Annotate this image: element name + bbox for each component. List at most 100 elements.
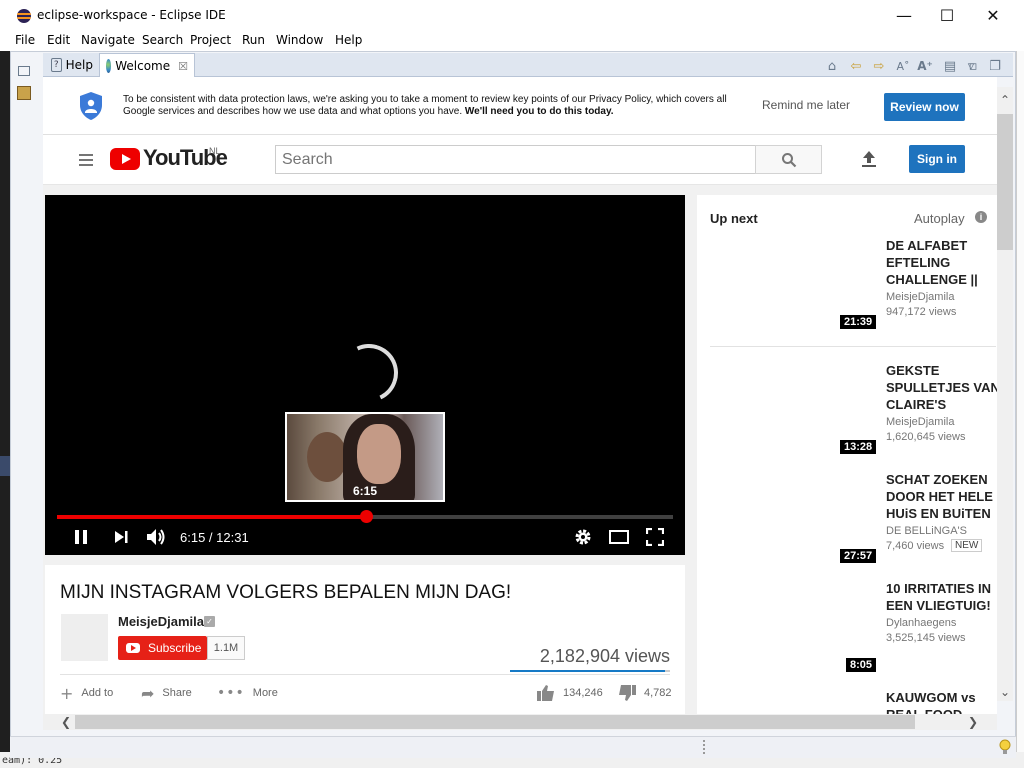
- menu-window[interactable]: Window: [276, 33, 323, 47]
- remind-later-button[interactable]: Remind me later: [762, 98, 862, 116]
- recommendation-title[interactable]: KAUWGOM vs REAL FOOD CHALLENGE: [886, 689, 1006, 714]
- subscribe-button[interactable]: Subscribe: [118, 636, 207, 660]
- more-label: More: [252, 687, 278, 699]
- video-duration: 8:05: [846, 658, 877, 672]
- info-icon[interactable]: i: [975, 211, 987, 223]
- menu-project[interactable]: Project: [190, 33, 231, 47]
- avatar[interactable]: [61, 614, 108, 661]
- volume-button[interactable]: [145, 527, 167, 547]
- recommendation-views: 947,172 views: [886, 306, 957, 318]
- menu-file[interactable]: File: [15, 33, 35, 47]
- tab-welcome-label: Welcome: [115, 59, 171, 73]
- background-editor-strip: [1016, 51, 1024, 768]
- back-arrow-icon[interactable]: ⇦: [848, 58, 864, 74]
- recommendation-title[interactable]: DE ALFABET EFTELING CHALLENGE || ABC Cha…: [886, 237, 1006, 288]
- progress-scrubber[interactable]: [360, 510, 373, 523]
- video-duration: 13:28: [840, 440, 877, 454]
- verified-icon: ✓: [204, 616, 215, 627]
- search-input[interactable]: [275, 145, 756, 174]
- view-tab-bar: ? Help Welcome ☒ ⌂ ⇦ ⇨ A˚ A⁺ ▤ ▿ ▫ ❐: [43, 53, 1013, 78]
- package-icon[interactable]: [17, 86, 31, 100]
- more-button[interactable]: ••• More: [217, 684, 278, 702]
- recommendation-channel[interactable]: MeisjeDjamila: [886, 291, 954, 303]
- maximize-button[interactable]: ☐: [924, 0, 970, 31]
- search-button[interactable]: [755, 145, 822, 174]
- like-button[interactable]: 134,246: [537, 684, 603, 702]
- theater-mode-button[interactable]: [608, 527, 630, 547]
- tab-close-icon[interactable]: ☒: [178, 60, 188, 73]
- recommendation-channel[interactable]: Dylanhaegens: [886, 617, 956, 629]
- preview-person-face: [357, 424, 401, 484]
- status-separator: [703, 740, 705, 754]
- menu-navigate[interactable]: Navigate: [81, 33, 135, 47]
- thumbs-up-icon: [537, 685, 554, 701]
- dislike-button[interactable]: 4,782: [618, 684, 672, 702]
- search-icon: [781, 152, 796, 167]
- subscribe-label: Subscribe: [148, 641, 202, 655]
- time-display: 6:15 / 12:31: [180, 530, 249, 545]
- menu-edit[interactable]: Edit: [47, 33, 70, 47]
- share-button[interactable]: ➦ Share: [141, 683, 192, 703]
- settings-button[interactable]: [572, 527, 594, 547]
- tab-welcome[interactable]: Welcome ☒: [99, 53, 195, 78]
- youtube-logo-icon[interactable]: [110, 148, 140, 170]
- up-next-heading: Up next: [710, 211, 758, 226]
- font-decrease-icon[interactable]: A˚: [895, 58, 911, 74]
- sign-in-button[interactable]: Sign in: [909, 145, 965, 173]
- lightbulb-icon[interactable]: [999, 739, 1011, 755]
- close-window-button[interactable]: ✕: [970, 0, 1016, 31]
- youtube-play-icon: [126, 643, 140, 653]
- menu-help[interactable]: Help: [335, 33, 362, 47]
- scroll-left-icon[interactable]: ❮: [58, 714, 74, 730]
- restore-icon[interactable]: [18, 66, 30, 76]
- recommendation-views: 7,460 views: [886, 540, 945, 552]
- customize-page-icon[interactable]: ▤: [942, 58, 958, 74]
- maximize-view-icon[interactable]: ❐: [987, 58, 1003, 74]
- upload-icon[interactable]: [860, 150, 878, 168]
- shield-icon: [80, 92, 102, 120]
- next-button[interactable]: [110, 527, 132, 547]
- like-count: 134,246: [563, 687, 603, 699]
- progress-played: [57, 515, 366, 519]
- horizontal-scroll-thumb[interactable]: [75, 715, 915, 729]
- tab-help[interactable]: ? Help: [45, 53, 99, 77]
- guide-menu-icon[interactable]: [79, 153, 95, 167]
- preview-person-left: [307, 432, 347, 482]
- dislike-ratio-bar: [665, 670, 670, 672]
- seek-preview-time: 6:15: [352, 484, 378, 498]
- window-titlebar: eclipse-workspace - Eclipse IDE — ☐ ✕: [0, 0, 1024, 31]
- review-now-button[interactable]: Review now: [884, 93, 965, 121]
- autoplay-label: Autoplay: [914, 211, 965, 226]
- recommendation-title[interactable]: 10 IRRITATIES IN EEN VLIEGTUIG!: [886, 580, 1006, 614]
- channel-name[interactable]: MeisjeDjamila: [118, 614, 204, 629]
- home-icon[interactable]: ⌂: [824, 58, 840, 74]
- share-label: Share: [162, 687, 192, 699]
- fullscreen-button[interactable]: [644, 527, 666, 547]
- recommendation-title[interactable]: GEKSTE SPULLETJES VAN CLAIRE'S UITPROBER…: [886, 362, 1006, 413]
- help-icon: ?: [51, 58, 62, 72]
- minimize-button[interactable]: —: [881, 0, 927, 31]
- menu-search[interactable]: Search: [142, 33, 183, 47]
- add-to-label: Add to: [81, 687, 114, 699]
- thumbs-down-icon: [619, 685, 636, 701]
- menu-run[interactable]: Run: [242, 33, 265, 47]
- video-duration: 27:57: [840, 549, 877, 563]
- recommendation-title[interactable]: SCHAT ZOEKEN DOOR HET HELE HUiS EN BUiTE…: [886, 471, 1006, 522]
- add-to-button[interactable]: + Add to: [60, 684, 114, 703]
- font-increase-icon[interactable]: A⁺: [917, 58, 933, 74]
- vertical-scroll-thumb[interactable]: [997, 114, 1013, 250]
- window-title: eclipse-workspace - Eclipse IDE: [37, 8, 226, 22]
- scroll-right-icon[interactable]: ❯: [965, 714, 981, 730]
- menu-bar: File Edit Navigate Search Project Run Wi…: [0, 31, 1024, 51]
- forward-arrow-icon[interactable]: ⇨: [871, 58, 887, 74]
- pause-button[interactable]: [70, 527, 92, 547]
- video-title: MIJN INSTAGRAM VOLGERS BEPALEN MIJN DAG!: [60, 582, 512, 603]
- recommendation-channel[interactable]: DE BELLiNGA'S: [886, 525, 967, 537]
- minimize-view-icon[interactable]: ▫: [965, 58, 981, 74]
- recommendation-channel[interactable]: MeisjeDjamila: [886, 416, 954, 428]
- scroll-up-icon[interactable]: ⌃: [997, 92, 1013, 108]
- scroll-down-icon[interactable]: ⌄: [997, 684, 1013, 700]
- recommendation-views: 1,620,645 views: [886, 431, 966, 443]
- privacy-message: To be consistent with data protection la…: [123, 94, 733, 118]
- share-icon: ➦: [141, 683, 155, 703]
